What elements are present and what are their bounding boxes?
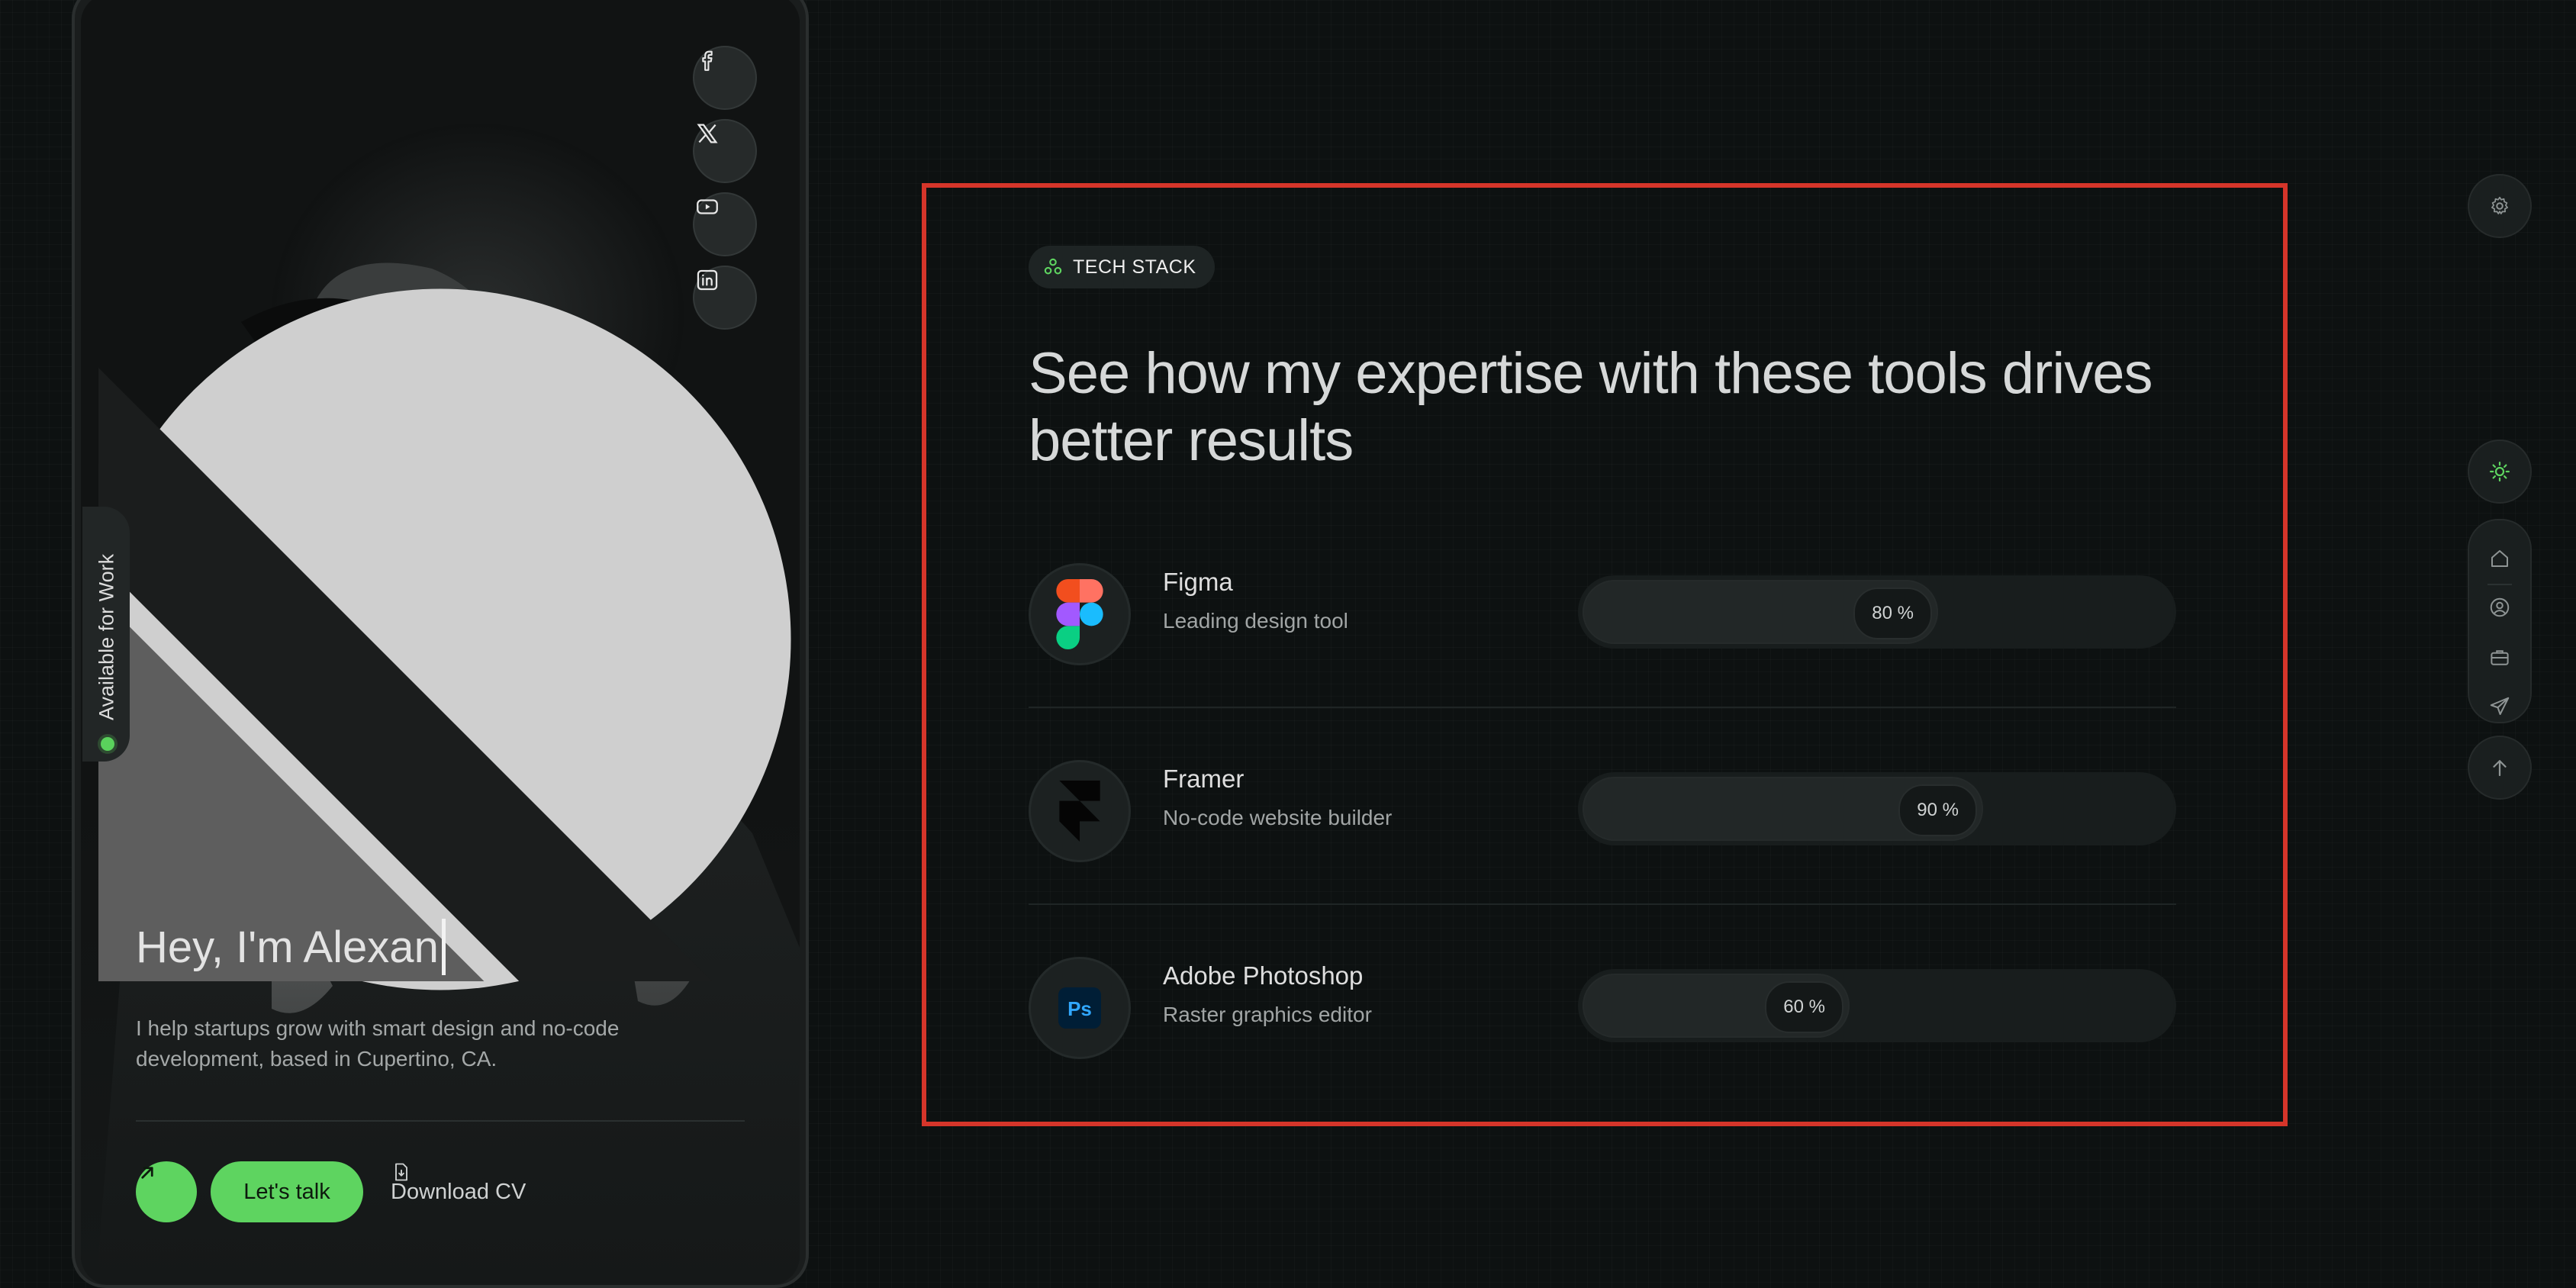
document-download-icon	[395, 1163, 407, 1181]
theme-toggle-button[interactable]	[2468, 440, 2532, 504]
skill-percent-badge: 60 %	[1765, 981, 1843, 1033]
photoshop-icon: Ps	[1058, 987, 1101, 1029]
figma-logo-wrapper	[1029, 563, 1131, 665]
badge-label: TECH STACK	[1073, 256, 1196, 278]
framer-icon	[1059, 781, 1100, 842]
tool-name: Framer	[1163, 765, 1245, 793]
x-button[interactable]	[693, 119, 757, 183]
skill-bar-fill: 80 %	[1583, 580, 1938, 644]
linkedin-button[interactable]	[693, 266, 757, 330]
scroll-top-icon	[2493, 760, 2507, 777]
section-heading: See how my expertise with these tools dr…	[1029, 341, 2153, 473]
availability-label: Available for Work	[95, 553, 118, 720]
skill-percent-badge: 90 %	[1898, 784, 1977, 836]
nav-home[interactable]	[2486, 545, 2513, 572]
facebook-icon	[702, 50, 713, 71]
hero-heading: Hey, I'm Alexan	[136, 919, 446, 975]
photoshop-logo-wrapper: Ps	[1029, 957, 1131, 1059]
tool-name: Figma	[1163, 568, 1233, 596]
skill-bar-fill: 90 %	[1583, 777, 1983, 841]
tool-description: Leading design tool	[1163, 609, 1348, 633]
tool-name: Adobe Photoshop	[1163, 961, 1364, 990]
section-nav	[2468, 519, 2532, 723]
profile-photo: Available for Work Hey, I'm Alexan I hel…	[81, 0, 800, 1285]
tool-row-figma: Figma Leading design tool 80 %	[1029, 511, 2176, 708]
linkedin-icon	[697, 269, 718, 291]
hero-bio: I help startups grow with smart design a…	[136, 1016, 620, 1071]
typing-caret	[441, 919, 446, 975]
availability-tab: Available for Work	[82, 507, 130, 762]
svg-text:Ps: Ps	[1067, 997, 1092, 1020]
tool-row-framer: Framer No-code website builder 90 %	[1029, 708, 2176, 905]
contact-icon	[2490, 697, 2510, 715]
skill-bar: 90 %	[1578, 772, 2176, 845]
tech-stack-section: TECH STACK See how my expertise with the…	[922, 183, 2288, 1126]
nav-separator	[2487, 584, 2512, 585]
figma-icon	[1056, 579, 1103, 649]
theme-toggle-icon	[2490, 462, 2510, 481]
arrow-up-right-icon	[141, 1167, 153, 1179]
facebook-button[interactable]	[693, 46, 757, 110]
divider	[136, 1120, 745, 1122]
settings-button[interactable]	[2468, 174, 2532, 238]
nav-portfolio[interactable]	[2486, 644, 2513, 671]
brand-logo[interactable]	[81, 0, 800, 1285]
profile-card: Available for Work Hey, I'm Alexan I hel…	[72, 0, 809, 1288]
about-icon	[2490, 597, 2510, 617]
section-badge: TECH STACK	[1029, 246, 1215, 288]
skill-bar: 80 %	[1578, 575, 2176, 649]
tool-row-photoshop: Ps Adobe Photoshop Raster graphics edito…	[1029, 905, 2176, 1102]
nav-contact[interactable]	[2486, 693, 2513, 720]
skill-bar-fill: 60 %	[1583, 974, 1850, 1038]
lets-talk-button[interactable]: Let's talk	[211, 1161, 363, 1222]
tech-stack-icon	[1044, 258, 1062, 275]
scroll-top-button[interactable]	[2468, 736, 2532, 800]
skill-bar: 60 %	[1578, 969, 2176, 1042]
x-icon	[697, 124, 718, 143]
download-cv-label: Download CV	[391, 1179, 526, 1204]
youtube-button[interactable]	[693, 192, 757, 256]
framer-logo-wrapper	[1029, 760, 1131, 862]
availability-dot	[101, 737, 114, 751]
portfolio-icon	[2491, 650, 2509, 665]
arrow-button[interactable]	[136, 1161, 197, 1222]
skill-percent-badge: 80 %	[1853, 588, 1932, 639]
nav-about[interactable]	[2486, 594, 2513, 621]
youtube-icon	[697, 199, 718, 214]
tool-description: No-code website builder	[1163, 806, 1393, 829]
download-cv-button[interactable]: Download CV	[391, 1161, 526, 1222]
settings-icon	[2491, 196, 2508, 214]
home-icon	[2491, 550, 2508, 567]
tool-description: Raster graphics editor	[1163, 1003, 1372, 1026]
hero-heading-text: Hey, I'm Alexan	[136, 922, 439, 972]
